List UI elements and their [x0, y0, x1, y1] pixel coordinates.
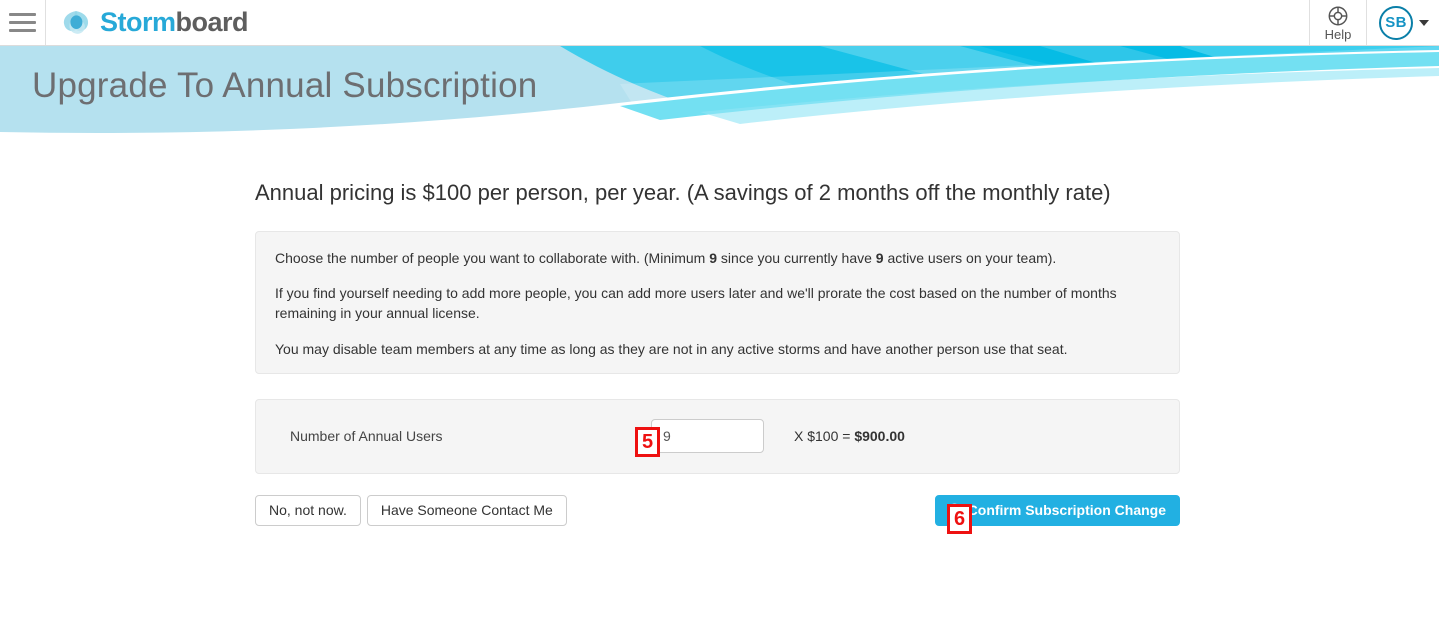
hamburger-bar	[9, 29, 36, 32]
brand-text-second: board	[175, 7, 249, 37]
info-paragraph-3: You may disable team members at any time…	[275, 340, 1068, 357]
calc-prefix: X $100 =	[794, 428, 855, 445]
info-paragraph-2: If you find yourself needing to add more…	[275, 284, 1117, 322]
annotation-callout-5: 5	[635, 427, 660, 457]
annotation-callout-6: 6	[947, 504, 972, 534]
avatar[interactable]: SB	[1379, 5, 1413, 40]
info-panel: Choose the number of people you want to …	[255, 230, 1180, 374]
info-paragraph-1: Choose the number of people you want to …	[275, 248, 1160, 268]
decline-button[interactable]: No, not now.	[255, 494, 361, 526]
hamburger-bar	[9, 21, 36, 24]
chevron-down-icon[interactable]	[1419, 19, 1429, 26]
account-menu[interactable]: SB	[1367, 0, 1439, 45]
lifebuoy-icon	[1328, 6, 1348, 25]
topbar-right-group: Help SB	[1309, 0, 1439, 45]
help-button[interactable]: Help	[1309, 0, 1367, 45]
info-p1-suffix: active users on your team).	[883, 249, 1057, 266]
calc-total: $900.00	[854, 428, 905, 445]
help-label: Help	[1324, 26, 1352, 42]
hamburger-menu-icon[interactable]	[0, 0, 46, 45]
hamburger-bar	[9, 13, 36, 16]
info-p1-minimum: 9	[709, 249, 718, 266]
brand-wordmark: Stormboard	[100, 7, 249, 37]
brand-logo[interactable]: Stormboard	[60, 7, 249, 39]
confirm-button-label: Confirm Subscription Change	[967, 502, 1166, 519]
contact-me-button[interactable]: Have Someone Contact Me	[366, 494, 567, 526]
info-p1-middle: since you currently have	[717, 249, 876, 266]
info-p1-active-users: 9	[875, 249, 884, 266]
content-wrapper: Annual pricing is $100 per person, per y…	[255, 178, 1180, 526]
main-content: Annual pricing is $100 per person, per y…	[0, 146, 1439, 526]
page-title: Upgrade To Annual Subscription	[32, 66, 538, 105]
annual-users-input[interactable]	[651, 419, 764, 454]
action-buttons-row: No, not now. Have Someone Contact Me Con…	[255, 494, 1180, 526]
annual-users-calculation: X $100 = $900.00	[794, 428, 905, 444]
annual-users-label: Number of Annual Users	[290, 428, 443, 445]
brand-text-first: Storm	[100, 7, 176, 37]
info-p1-prefix: Choose the number of people you want to …	[275, 249, 710, 266]
annual-users-panel: Number of Annual Users X $100 = $900.00	[255, 398, 1180, 474]
pricing-headline: Annual pricing is $100 per person, per y…	[255, 180, 1111, 205]
stormboard-logo-icon	[63, 10, 89, 34]
top-navigation-bar: Stormboard Help SB	[0, 0, 1439, 46]
page-hero-banner: Upgrade To Annual Subscription	[0, 46, 1439, 146]
